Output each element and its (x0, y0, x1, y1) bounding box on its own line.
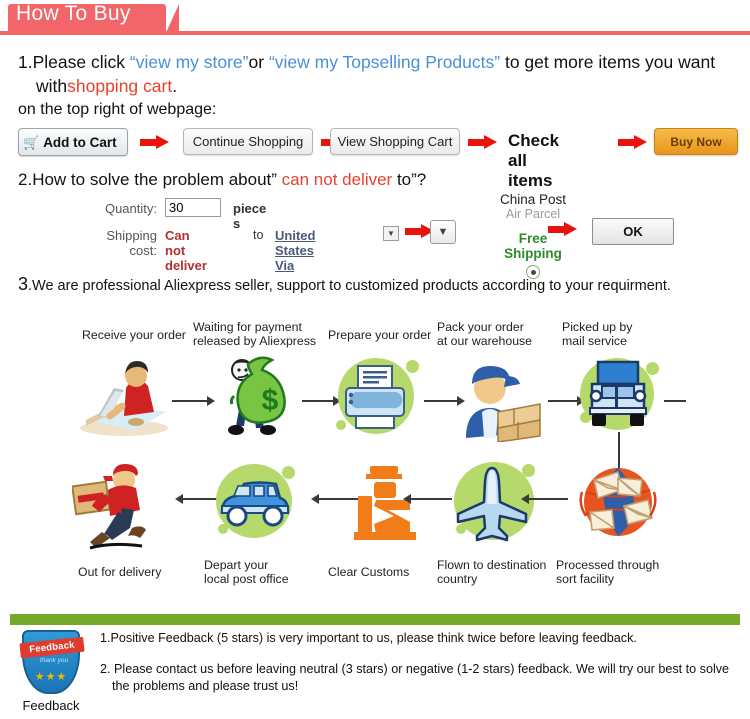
page-title: How To Buy (16, 2, 131, 25)
view-shopping-cart-label: View Shopping Cart (337, 134, 453, 149)
postal-van-icon (208, 462, 300, 544)
mail-sorting-globe-icon (572, 462, 664, 544)
flow-label-flown-to-destination: Flown to destination country (437, 558, 547, 586)
flow-arrow-7 (403, 494, 452, 504)
step-3-number: 3 (18, 274, 29, 294)
flow-label-pack-your-order: Pack your order at our warehouse (437, 320, 533, 348)
buy-now-label: Buy Now (670, 134, 722, 149)
can-not-deliver-highlight: can not deliver (281, 170, 393, 189)
flow-arrow-1 (172, 396, 215, 406)
step-1-number: 1. (18, 52, 33, 72)
feedback-text-block: 1.Positive Feedback (5 stars) is very im… (100, 630, 730, 709)
worker-packing-boxes-icon (452, 354, 544, 443)
step-1-text-a: Please click (32, 52, 130, 72)
running-courier-icon (71, 462, 164, 550)
flow-label-clear-customs: Clear Customs (328, 565, 410, 579)
ok-button-label: OK (623, 224, 643, 239)
buy-now-button[interactable]: Buy Now (654, 128, 738, 155)
fulfillment-flow-diagram: Receive your order Waiting for payment r… (0, 310, 750, 595)
shipping-country-link[interactable]: United States Via (275, 228, 315, 273)
check-all-items-text: Check all items (508, 131, 560, 190)
arrow-icon-6 (548, 222, 578, 236)
feedback-divider-bar (10, 614, 740, 625)
flow-label-depart-local-post-office: Depart your local post office (204, 558, 289, 586)
link-view-my-store[interactable]: “view my store” (130, 52, 249, 72)
step-2-text: 2.How to solve the problem about” can no… (18, 170, 426, 190)
flow-label-processed-through-sort: Processed through sort facility (556, 558, 660, 586)
quantity-unit: piece s (233, 201, 267, 231)
feedback-shield-icon: thank you Feedback ★★★ (19, 630, 85, 694)
flow-label-out-for-delivery: Out for delivery (78, 565, 162, 579)
step-3-body: .We are professional Aliexpress seller, … (28, 278, 671, 294)
flow-connector-right (664, 400, 686, 402)
flow-arrow-8 (521, 494, 568, 504)
feedback-line-2: 2. Please contact us before leaving neut… (100, 661, 730, 695)
step-2-number: 2. (18, 170, 33, 189)
page-header: How To Buy (0, 0, 750, 40)
flow-label-picked-up-by-mail: Picked up by mail service (562, 320, 633, 348)
shopping-cart-icon: 🛒 (23, 134, 40, 150)
step-1-text-d: with (36, 76, 68, 96)
step-2-text-b: to”? (392, 170, 427, 189)
continue-shopping-button[interactable]: Continue Shopping (183, 128, 313, 155)
continue-shopping-label: Continue Shopping (192, 134, 304, 149)
feedback-shield-ribbon: Feedback (19, 636, 85, 659)
chevron-down-icon-large[interactable]: ▼ (430, 220, 456, 244)
arrow-icon-1 (140, 135, 170, 149)
feedback-badge: thank you Feedback ★★★ Feedback (12, 630, 90, 713)
shipping-cost-label: Shipping cost: (106, 228, 157, 258)
carrier-subname: Air Parcel (505, 207, 561, 221)
flow-label-waiting-for-payment: Waiting for payment released by Aliexpre… (193, 320, 317, 348)
arrow-icon-3 (468, 135, 498, 149)
feedback-caption: Feedback (22, 698, 80, 713)
feedback-stars-icon: ★★★ (34, 671, 68, 683)
step-1-text-e: . (172, 76, 178, 96)
shopping-cart-highlight: shopping cart (67, 76, 173, 96)
svg-text:$: $ (262, 384, 279, 417)
delivery-truck-icon (572, 356, 664, 438)
shipping-to-label: to (253, 228, 264, 242)
feedback-shield-subtext: thank you (39, 657, 69, 664)
flow-label-prepare-your-order: Prepare your order (328, 328, 432, 342)
step-2-text-a: How to solve the problem about” (32, 170, 282, 189)
view-shopping-cart-button[interactable]: View Shopping Cart (330, 128, 460, 155)
quantity-label: Quantity: (104, 201, 157, 216)
customs-officer-icon (340, 462, 432, 544)
add-to-cart-button[interactable]: 🛒 Add to Cart (18, 128, 128, 156)
flow-label-receive-your-order: Receive your order (82, 328, 186, 342)
carrier-name: China Post (499, 192, 567, 207)
shipping-status: Can not deliver (165, 228, 207, 273)
feedback-line-3: the problems and please trust us! (112, 679, 299, 693)
link-view-topselling-products[interactable]: “view my Topselling Products” (269, 52, 500, 72)
step-1-text-b: or (248, 52, 269, 72)
money-bag-icon: $ (212, 352, 304, 435)
feedback-line-2-main: 2. Please contact us before leaving neut… (100, 662, 730, 676)
add-to-cart-label: Add to Cart (43, 134, 117, 150)
quantity-input[interactable]: 30 (165, 198, 221, 217)
step-1-text-c: to get more items you want (500, 52, 716, 72)
printer-icon (330, 358, 422, 440)
step-1-subtitle: on the top right of webpage: (18, 101, 217, 118)
step-1-text: 1.Please click “view my store”or “view m… (18, 50, 738, 98)
quantity-value: 30 (169, 200, 184, 215)
step-3-text: 3.We are professional Aliexpress seller,… (18, 274, 671, 295)
ok-button[interactable]: OK (592, 218, 674, 245)
person-at-computer-icon (78, 358, 170, 440)
chevron-down-icon-small[interactable]: ▼ (383, 226, 399, 241)
arrow-icon-4 (618, 135, 648, 149)
feedback-line-1: 1.Positive Feedback (5 stars) is very im… (100, 631, 637, 645)
